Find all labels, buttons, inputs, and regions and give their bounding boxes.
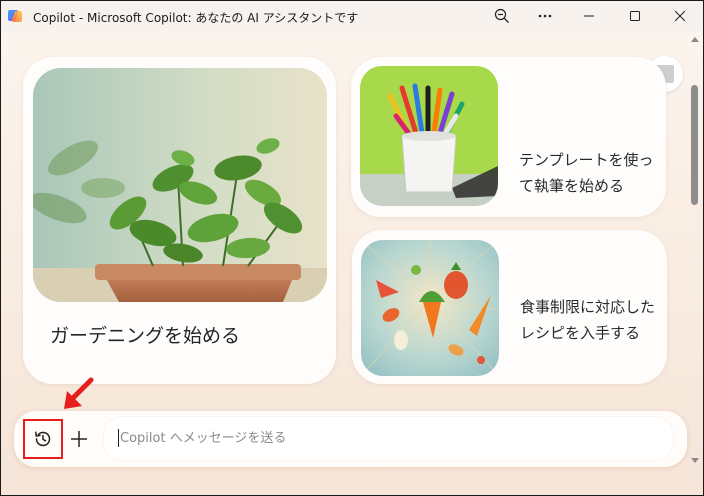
vegetables-image	[361, 240, 499, 376]
close-icon	[674, 10, 686, 22]
history-icon	[35, 431, 51, 447]
minimize-icon	[584, 15, 594, 17]
suggestion-card-gardening[interactable]: ガーデニングを始める	[23, 57, 336, 384]
zoom-out-button[interactable]	[479, 1, 525, 31]
message-input[interactable]	[104, 417, 673, 460]
scroll-down-arrow-icon[interactable]	[691, 458, 699, 463]
pencil-cup-image	[360, 66, 498, 206]
scrollbar-thumb[interactable]	[691, 85, 698, 205]
history-button[interactable]	[23, 419, 63, 459]
plus-icon	[71, 431, 87, 447]
more-options-button[interactable]	[522, 1, 568, 31]
maximize-button[interactable]	[612, 1, 658, 31]
copilot-logo-icon	[7, 8, 23, 24]
window-title: Copilot - Microsoft Copilot: あなたの AI アシス…	[33, 11, 359, 25]
card-label-writing: テンプレートを使って執筆を始める	[519, 151, 654, 195]
suggestion-card-writing[interactable]: テンプレートを使って執筆を始める	[351, 57, 666, 217]
card-label-recipes: 食事制限に対応したレシピを入手する	[520, 298, 656, 342]
basil-plant-image	[33, 68, 327, 302]
suggestion-card-recipes[interactable]: 食事制限に対応したレシピを入手する	[352, 230, 667, 384]
close-button[interactable]	[657, 1, 703, 31]
zoom-out-icon	[494, 8, 509, 23]
scroll-up-arrow-icon[interactable]	[691, 37, 699, 42]
annotation-arrow-icon	[64, 377, 94, 409]
maximize-icon	[630, 11, 640, 21]
minimize-button[interactable]	[566, 1, 612, 31]
copilot-window: Copilot - Microsoft Copilot: あなたの AI アシス…	[0, 0, 704, 496]
more-horizontal-icon	[538, 14, 552, 18]
card-label-gardening: ガーデニングを始める	[50, 325, 241, 347]
title-bar: Copilot - Microsoft Copilot: あなたの AI アシス…	[1, 1, 703, 31]
new-chat-plus-button[interactable]	[65, 425, 93, 453]
text-caret	[118, 429, 119, 447]
